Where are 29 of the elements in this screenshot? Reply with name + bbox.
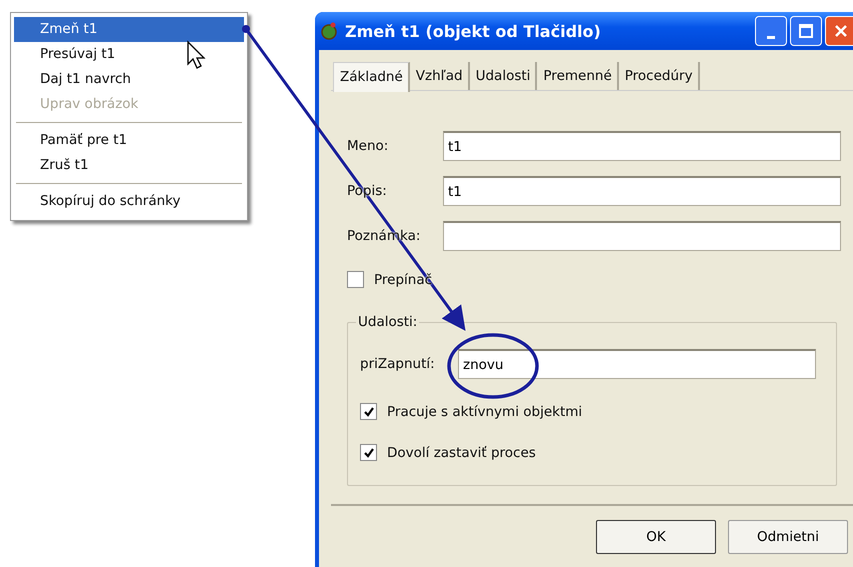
dialog-button[interactable]: OK	[596, 520, 716, 554]
field-label: Meno:	[347, 138, 390, 154]
close-icon	[833, 23, 849, 39]
input-field[interactable]: t1	[443, 176, 841, 206]
menu-item[interactable]: Presúvaj t1	[14, 42, 244, 67]
menu-item[interactable]: Skopíruj do schránky	[14, 189, 244, 214]
field-label: priZapnutí:	[360, 356, 436, 372]
menu-item[interactable]: Pamäť pre t1	[14, 128, 244, 153]
checkbox-label: Pracuje s aktívnymi objektmi	[387, 404, 582, 420]
app-icon	[319, 21, 339, 41]
checkbox[interactable]	[360, 444, 377, 461]
minimize-button[interactable]	[755, 16, 787, 46]
maximize-button[interactable]	[790, 16, 822, 46]
menu-item[interactable]: Zruš t1	[14, 153, 244, 178]
close-button[interactable]	[825, 16, 853, 46]
input-field[interactable]: t1	[443, 131, 841, 161]
window-title: Zmeň t1 (objekt od Tlačidlo)	[345, 22, 602, 40]
input-field[interactable]	[443, 221, 841, 251]
menu-item[interactable]: Zmeň t1	[14, 17, 244, 42]
checkbox[interactable]	[347, 271, 364, 288]
tab[interactable]: Základné	[333, 62, 410, 92]
input-field[interactable]: znovu	[458, 349, 816, 379]
checkbox-label: Dovolí zastaviť proces	[387, 444, 536, 460]
dialog-button[interactable]: Odmietni	[728, 520, 848, 554]
maximize-icon	[798, 23, 814, 39]
minimize-icon	[767, 36, 775, 38]
checkbox[interactable]	[360, 403, 377, 420]
cursor-icon	[186, 40, 208, 70]
menu-item[interactable]: Daj t1 navrch	[14, 67, 244, 92]
